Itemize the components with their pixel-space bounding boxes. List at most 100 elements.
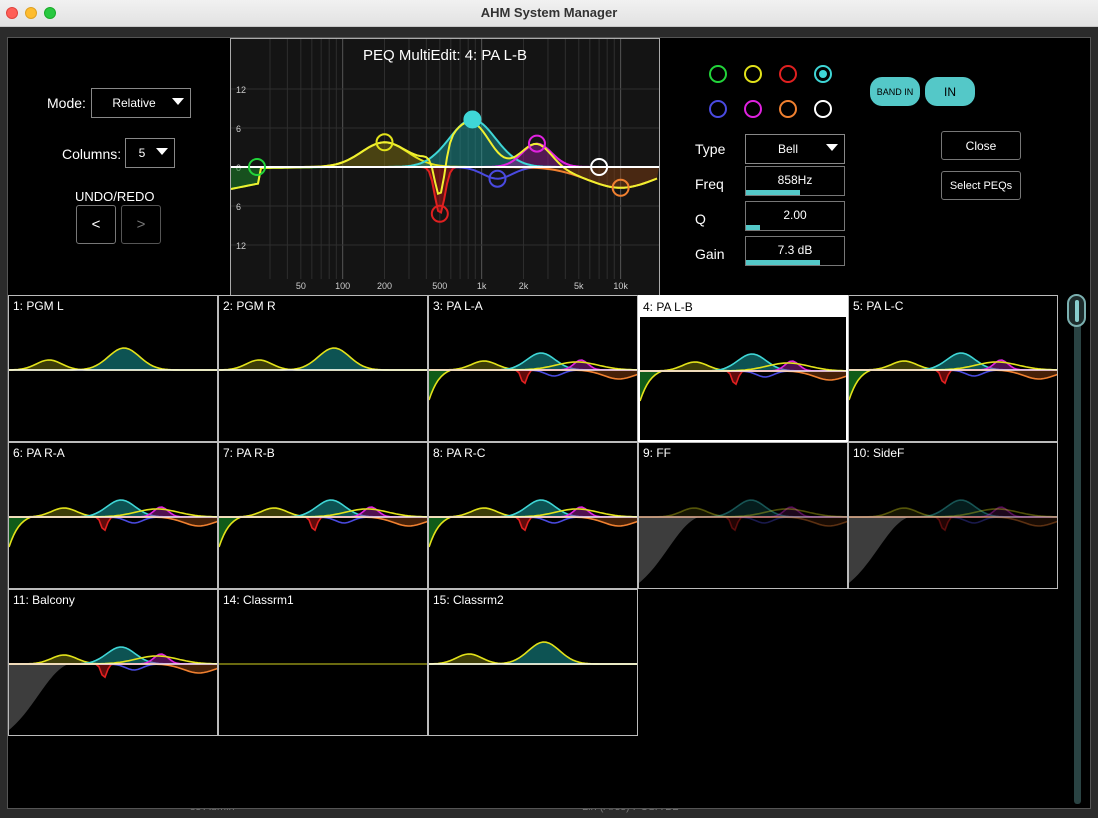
band-handle <box>463 110 482 129</box>
y-axis-tick: 12 <box>236 85 246 95</box>
peq-thumbnail-label: 10: SideF <box>853 446 905 460</box>
band-in-toggle[interactable]: BAND IN <box>870 77 920 106</box>
x-axis-tick: 10k <box>613 281 628 291</box>
q-level-bar <box>746 225 760 230</box>
type-value: Bell <box>777 142 798 156</box>
in-toggle[interactable]: IN <box>925 77 975 106</box>
chevron-down-icon <box>172 98 184 105</box>
peq-thumbnail[interactable]: 6: PA R-A <box>8 442 218 589</box>
y-axis-tick: 6 <box>236 124 241 134</box>
peq-multiedit-editor: Mode: Relative Columns: 5 UNDO/REDO < > … <box>7 37 1091 809</box>
peq-thumbnail[interactable]: 4: PA L-B <box>638 295 848 442</box>
window-title: AHM System Manager <box>480 5 618 20</box>
peq-thumbnail-curve <box>9 347 217 371</box>
type-select[interactable]: Bell <box>745 134 845 164</box>
x-axis-tick: 2k <box>519 281 529 291</box>
peq-thumbnail-curve <box>429 641 637 665</box>
band-8-selector-icon[interactable] <box>814 100 832 118</box>
peq-thumbnail-label: 2: PGM R <box>223 299 276 313</box>
peq-thumbnail-curve <box>429 352 637 401</box>
freq-value: 858Hz <box>777 173 813 187</box>
gain-field[interactable]: 7.3 dB <box>745 236 845 266</box>
q-value: 2.00 <box>783 208 807 222</box>
peq-thumbnail[interactable]: 1: PGM L <box>8 295 218 442</box>
peq-thumbnail[interactable]: 11: Balcony <box>8 589 218 736</box>
columns-label: Columns: <box>62 146 122 162</box>
band-6-selector-icon[interactable] <box>744 100 762 118</box>
thumb-band-fill <box>429 517 637 526</box>
peq-thumbnail-grid: 1: PGM L 2: PGM R 3: PA L-A 4: PA L-B 5: PA … <box>8 295 1058 736</box>
x-axis-tick: 50 <box>296 281 306 291</box>
eq-response-graph[interactable]: 12 6 0 6 12 50 100 200 500 1k 2k 5k 10k PEQ MultiEdi… <box>230 38 660 296</box>
peq-thumbnail[interactable]: 14: Classrm1 <box>218 589 428 736</box>
q-field[interactable]: 2.00 <box>745 201 845 231</box>
peq-thumbnail[interactable]: 8: PA R-C <box>428 442 638 589</box>
thumb-hpf-fill <box>429 370 451 400</box>
peq-thumbnail[interactable]: 15: Classrm2 <box>428 589 638 736</box>
band-7-selector-icon[interactable] <box>779 100 797 118</box>
select-peqs-button[interactable]: Select PEQs <box>941 171 1021 200</box>
peq-thumbnail-label: 14: Classrm1 <box>223 593 294 607</box>
peq-thumbnail[interactable]: 7: PA R-B <box>218 442 428 589</box>
band-3-selector-icon[interactable] <box>779 65 797 83</box>
thumb-band-fill <box>640 371 846 380</box>
y-axis-tick: 6 <box>236 202 241 212</box>
peq-thumbnail-label: 1: PGM L <box>13 299 64 313</box>
peq-thumbnail-label: 8: PA R-C <box>433 446 486 460</box>
graph-title: PEQ MultiEdit: 4: PA L-B <box>363 47 527 64</box>
freq-field[interactable]: 858Hz <box>745 166 845 196</box>
scrollbar-thumb[interactable] <box>1067 294 1086 327</box>
vertical-scrollbar[interactable] <box>1067 294 1089 806</box>
x-axis-tick: 100 <box>335 281 350 291</box>
peq-thumbnail-label: 15: Classrm2 <box>433 593 504 607</box>
window-titlebar: AHM System Manager <box>0 0 1098 27</box>
peq-thumbnail-curve <box>639 499 847 583</box>
peq-thumbnail-label: 11: Balcony <box>13 593 75 607</box>
scrollbar-track <box>1074 304 1081 804</box>
redo-button[interactable]: > <box>121 205 161 244</box>
peq-thumbnail-curve <box>849 352 1057 401</box>
type-label: Type <box>695 141 726 157</box>
x-axis-tick: 5k <box>574 281 584 291</box>
close-button[interactable]: Close <box>941 131 1021 160</box>
chevron-down-icon <box>826 144 838 151</box>
peq-thumbnail[interactable]: 9: FF <box>638 442 848 589</box>
band-4-selector-icon[interactable] <box>814 65 832 83</box>
freq-level-bar <box>746 190 800 195</box>
peq-thumbnail[interactable]: 5: PA L-C <box>848 295 1058 442</box>
peq-thumbnail[interactable]: 2: PGM R <box>218 295 428 442</box>
x-axis-tick: 200 <box>377 281 392 291</box>
peq-thumbnail-curve <box>219 663 427 665</box>
columns-value: 5 <box>138 146 146 160</box>
peq-thumbnail-curve <box>219 347 427 371</box>
peq-thumbnail-label: 9: FF <box>643 446 672 460</box>
freq-label: Freq <box>695 176 724 192</box>
mode-label: Mode: <box>47 95 86 111</box>
band-2-selector-icon[interactable] <box>744 65 762 83</box>
band-5-selector-icon[interactable] <box>709 100 727 118</box>
peq-thumbnail[interactable]: 10: SideF <box>848 442 1058 589</box>
eq-graph-canvas: 126061250 100 200 500 1k 2k 5k 10k <box>230 39 659 291</box>
gain-label: Gain <box>695 246 725 262</box>
undo-redo-label: UNDO/REDO <box>75 189 155 204</box>
gain-level-bar <box>746 260 820 265</box>
thumb-band-fill <box>219 517 427 526</box>
undo-button[interactable]: < <box>76 205 116 244</box>
peq-thumbnail-label: 7: PA R-B <box>223 446 275 460</box>
thumb-hpf-fill <box>640 371 662 401</box>
thumb-hpf-fill <box>639 517 699 583</box>
peq-thumbnail-label: 3: PA L-A <box>433 299 483 313</box>
thumb-hpf-fill <box>429 517 451 547</box>
x-axis-tick: 500 <box>432 281 447 291</box>
thumb-hpf-fill <box>9 664 69 730</box>
thumb-hpf-fill <box>219 517 241 547</box>
band-1-selector-icon[interactable] <box>709 65 727 83</box>
q-label: Q <box>695 211 706 227</box>
mode-select[interactable]: Relative <box>91 88 191 118</box>
peq-thumbnail-curve <box>849 499 1057 583</box>
thumb-band-fill <box>429 370 637 379</box>
peq-thumbnail[interactable]: 3: PA L-A <box>428 295 638 442</box>
peq-thumbnail-curve <box>640 353 846 402</box>
peq-thumbnail-curve <box>429 499 637 548</box>
columns-select[interactable]: 5 <box>125 138 175 168</box>
